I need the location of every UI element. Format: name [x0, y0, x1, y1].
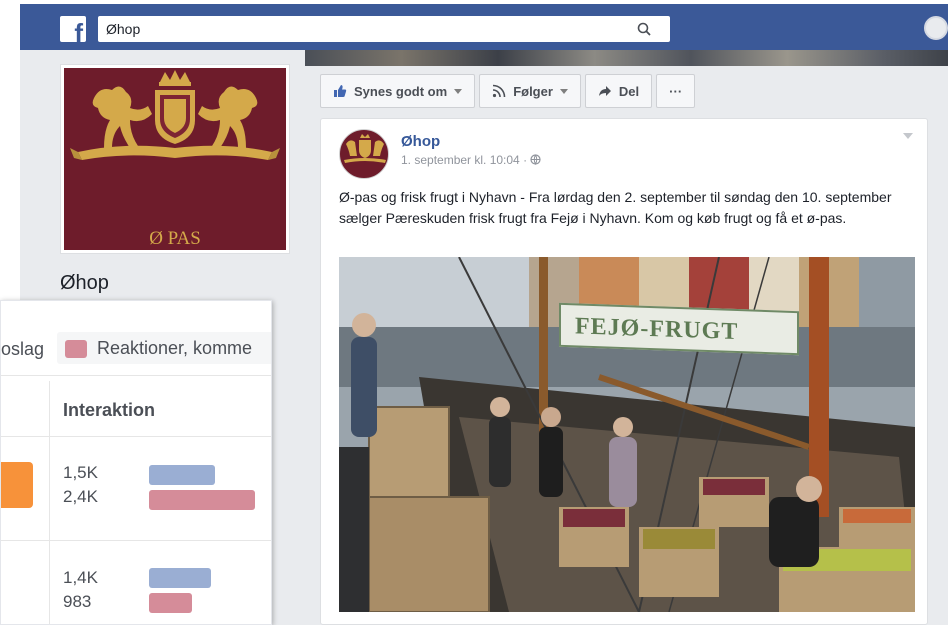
user-avatar[interactable]	[924, 16, 948, 40]
table-row	[1, 437, 271, 541]
page-name[interactable]: Øhop	[60, 272, 109, 295]
stats-panel: oslag Reaktioner, komme Interaktion 1,5K…	[0, 300, 272, 625]
row2-pink-bar	[149, 593, 192, 613]
rss-icon	[493, 84, 506, 98]
row-highlight-bar	[1, 462, 33, 508]
photo-sign-text: FEJØ-FRUGT	[575, 313, 739, 346]
crest-logo-icon: Ø PAS	[70, 70, 280, 249]
search-value: Øhop	[106, 21, 141, 37]
legend-row: oslag Reaktioner, komme	[1, 301, 271, 376]
thumbs-up-icon	[334, 85, 347, 97]
follow-button-label: Følger	[513, 83, 553, 99]
facebook-logo[interactable]: f	[60, 16, 86, 42]
legend-swatch	[65, 340, 87, 358]
page-action-bar: Synes godt om Følger Del ···	[320, 74, 696, 108]
share-button-label: Del	[618, 83, 640, 99]
profile-caption: Ø PAS	[149, 228, 201, 249]
chevron-down-icon	[559, 88, 568, 94]
follow-button[interactable]: Følger	[479, 74, 581, 108]
legend-label: Reaktioner, komme	[97, 338, 253, 358]
post-timestamp[interactable]: 1. september kl. 10:04 ·	[401, 153, 542, 167]
like-button-label: Synes godt om	[354, 83, 448, 99]
more-button[interactable]: ···	[656, 74, 696, 108]
post-card: Øhop 1. september kl. 10:04 · Ø-pas og f…	[320, 118, 928, 625]
more-icon: ···	[669, 83, 683, 99]
post-photo[interactable]: FEJØ-FRUGT	[339, 257, 915, 612]
column-header-interaction[interactable]: Interaktion	[63, 400, 155, 421]
post-timestamp-text: 1. september kl. 10:04 ·	[401, 153, 531, 167]
post-text: Ø-pas og frisk frugt i Nyhavn - Fra lørd…	[339, 189, 892, 226]
legend-item-truncated[interactable]: oslag	[1, 339, 44, 360]
facebook-top-bar: f Øhop	[20, 4, 948, 50]
crest-logo-icon	[344, 134, 386, 163]
legend-item-reactions[interactable]: Reaktioner, komme	[57, 332, 271, 364]
row2-blue-bar	[149, 568, 211, 588]
photo-sign-banner: FEJØ-FRUGT	[559, 302, 799, 356]
search-input[interactable]: Øhop	[98, 16, 670, 42]
chevron-down-icon	[454, 88, 463, 94]
row1-blue-bar	[149, 465, 215, 485]
search-icon[interactable]	[636, 21, 652, 37]
row2-pink-value: 983	[63, 592, 92, 611]
like-button[interactable]: Synes godt om	[320, 74, 476, 108]
post-author-avatar[interactable]	[339, 129, 389, 179]
row1-blue-value: 1,5K	[63, 463, 98, 482]
share-button[interactable]: Del	[584, 74, 653, 108]
row1-pink-bar	[149, 490, 255, 510]
row1-pink-value: 2,4K	[63, 487, 98, 506]
post-options-chevron-icon[interactable]	[903, 133, 913, 139]
facebook-logo-letter: f	[74, 18, 83, 42]
post-author[interactable]: Øhop	[401, 133, 440, 150]
cover-photo[interactable]	[305, 50, 948, 66]
share-arrow-icon	[598, 86, 611, 96]
profile-picture[interactable]: Ø PAS	[64, 68, 286, 250]
globe-icon	[530, 154, 542, 166]
row2-blue-value: 1,4K	[63, 568, 98, 587]
